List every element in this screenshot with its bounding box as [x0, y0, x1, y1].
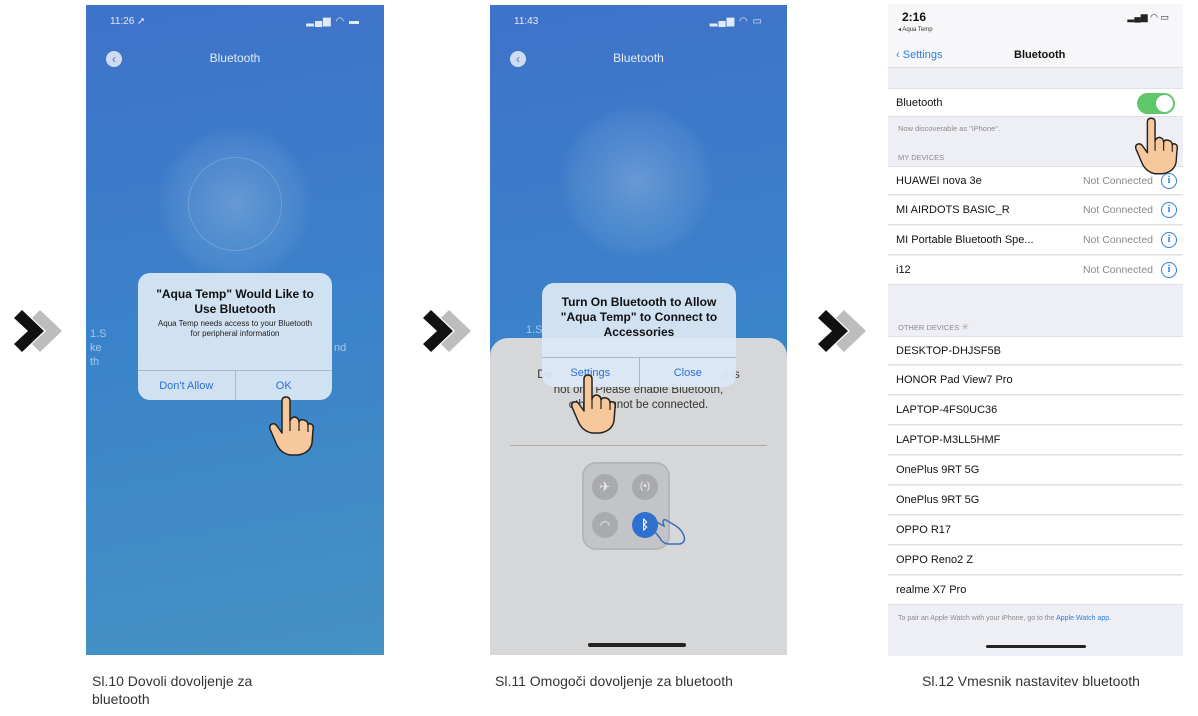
other-devices-header: OTHER DEVICES ✳: [898, 322, 969, 332]
caption-figure-11: Sl.11 Omogoči dovoljenje za bluetooth: [495, 673, 733, 689]
footer-note: To pair an Apple Watch with your iPhone,…: [898, 615, 1112, 622]
device-row[interactable]: i12 Not Connected i: [888, 256, 1183, 285]
info-icon[interactable]: i: [1161, 262, 1177, 278]
status-icons: ▂▄▆ ◠ ▭: [709, 16, 763, 27]
pointing-hand-icon: [571, 374, 616, 434]
info-icon[interactable]: i: [1161, 232, 1177, 248]
status-icons: ▂▄▆ ◠ ▬: [306, 16, 360, 27]
status-icons: ▂▄▆ ◠ ▭: [1127, 12, 1169, 22]
alert-message: Aqua Temp needs access to your Bluetooth…: [157, 319, 313, 338]
caption-figure-12: Sl.12 Vmesnik nastavitev bluetooth: [922, 673, 1140, 689]
device-row[interactable]: HONOR Pad View7 Pro: [888, 366, 1183, 395]
status-time: 2:16: [902, 10, 927, 24]
page-title: Bluetooth: [613, 51, 664, 65]
device-row[interactable]: MI Portable Bluetooth Spe... Not Connect…: [888, 226, 1183, 255]
device-row[interactable]: LAPTOP-M3LL5HMF: [888, 426, 1183, 455]
back-to-app-link[interactable]: ◂ Aqua Temp: [898, 26, 933, 33]
arrow-right-icon: [14, 310, 62, 352]
page-title: Bluetooth: [1014, 49, 1066, 61]
phone-screen-turn-on-bluetooth: 11:43 ▂▄▆ ◠ ▭ ‹ Bluetooth 1.S Den is not…: [490, 5, 787, 655]
alert-title: "Aqua Temp" Would Like to Use Bluetooth: [156, 287, 314, 316]
bluetooth-alert: Turn On Bluetooth to Allow "Aqua Temp" t…: [542, 283, 736, 387]
arrow-right-icon: [818, 310, 866, 352]
bluetooth-label: Bluetooth: [896, 97, 943, 109]
device-row[interactable]: realme X7 Pro: [888, 576, 1183, 605]
device-row[interactable]: OnePlus 9RT 5G: [888, 456, 1183, 485]
bluetooth-toggle[interactable]: [1137, 93, 1175, 114]
bluetooth-toggle-row: Bluetooth: [888, 88, 1183, 117]
device-row[interactable]: MI AIRDOTS BASIC_R Not Connected i: [888, 196, 1183, 225]
radar-graphic: [560, 105, 714, 259]
pointing-hand-icon: [269, 396, 314, 456]
back-settings-button[interactable]: ‹ Settings: [896, 49, 942, 61]
background-text: nd: [334, 342, 347, 354]
discoverable-note: Now discoverable as "iPhone".: [898, 124, 1001, 133]
dont-allow-button[interactable]: Don't Allow: [138, 371, 235, 400]
info-icon[interactable]: i: [1161, 202, 1177, 218]
airplane-mode-icon[interactable]: ✈: [592, 474, 618, 500]
divider: [510, 445, 767, 446]
device-row[interactable]: LAPTOP-4FS0UC36: [888, 396, 1183, 425]
background-text: 1.S: [526, 324, 543, 336]
alert-title: Turn On Bluetooth to Allow "Aqua Temp" t…: [560, 295, 718, 339]
device-row[interactable]: OPPO R17: [888, 516, 1183, 545]
background-text: 1.S ke th: [90, 328, 107, 368]
device-row[interactable]: DESKTOP-DHJSF5B: [888, 336, 1183, 365]
page-title: Bluetooth: [209, 51, 261, 65]
phone-screen-bluetooth-settings: 2:16 ◂ Aqua Temp ▂▄▆ ◠ ▭ ‹ Settings Blue…: [888, 4, 1183, 656]
loading-spinner-icon: ✳: [961, 322, 969, 332]
caption-figure-10: Sl.10 Dovoli dovoljenje za bluetooth: [92, 673, 253, 707]
arrow-right-icon: [423, 310, 471, 352]
wifi-icon[interactable]: ◠: [592, 512, 618, 538]
device-row[interactable]: OnePlus 9RT 5G: [888, 486, 1183, 515]
tapping-hand-icon: [647, 518, 686, 545]
status-time: 11:43: [514, 16, 539, 27]
cellular-data-icon[interactable]: (•): [632, 474, 658, 500]
device-row[interactable]: OPPO Reno2 Z: [888, 546, 1183, 575]
close-button[interactable]: Close: [638, 358, 737, 387]
phone-screen-allow-bluetooth: 11:26 ➚ ▂▄▆ ◠ ▬ ‹ Bluetooth 1.S ke th nd "…: [86, 5, 384, 655]
my-devices-header: MY DEVICES: [898, 153, 945, 162]
home-indicator: [986, 645, 1086, 648]
home-indicator: [588, 643, 686, 647]
status-time: 11:26 ➚: [110, 16, 146, 27]
pointing-hand-icon: [1134, 117, 1178, 175]
apple-watch-link[interactable]: Apple Watch app.: [1056, 615, 1111, 622]
permission-alert: "Aqua Temp" Would Like to Use Bluetooth …: [138, 273, 332, 400]
